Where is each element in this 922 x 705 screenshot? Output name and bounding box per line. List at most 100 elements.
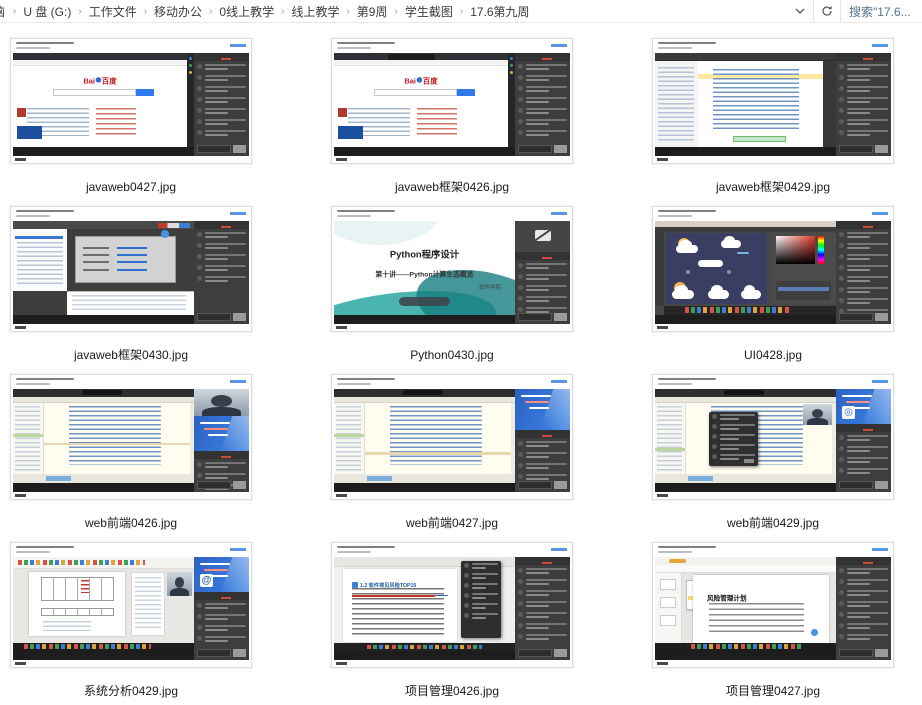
- thumbnail-art: [839, 265, 844, 270]
- file-item[interactable]: Bai百度 javaweb框架0426.jpg: [331, 38, 573, 195]
- file-thumbnail[interactable]: ◎: [652, 374, 894, 500]
- thumbnail-art: [847, 97, 888, 99]
- thumbnail-art: [205, 636, 246, 638]
- breadcrumb-item[interactable]: 脑: [0, 3, 11, 20]
- file-item[interactable]: 风险管理计划 项目管理0427.jpg: [652, 542, 894, 699]
- thumbnail-art: [221, 226, 231, 228]
- thumbnail-art: [847, 634, 888, 642]
- file-item[interactable]: Bai百度 javaweb0427.jpg: [10, 38, 252, 195]
- thumb-header: [332, 543, 572, 557]
- thumbnail-art: [526, 278, 549, 280]
- thumbnail-art: [82, 390, 122, 395]
- thumbnail-art: [233, 649, 246, 657]
- thumbnail-art: [403, 390, 443, 395]
- breadcrumb-item[interactable]: 学生截图: [400, 3, 458, 20]
- file-thumbnail[interactable]: 风险管理计划: [652, 542, 894, 668]
- thumbnail-art: [847, 269, 870, 271]
- breadcrumb-item[interactable]: U 盘 (G:): [18, 3, 76, 20]
- breadcrumb-item[interactable]: 0线上教学: [214, 3, 279, 20]
- refresh-button[interactable]: [814, 0, 840, 22]
- thumb-header: [653, 39, 893, 53]
- thumbnail-art: [472, 573, 498, 575]
- file-item[interactable]: UI0428.jpg: [652, 206, 894, 363]
- file-thumbnail[interactable]: Bai百度: [10, 38, 252, 164]
- player-controls: [655, 315, 836, 324]
- file-name: web前端0427.jpg: [331, 516, 573, 531]
- thumbnail-art: [472, 567, 486, 569]
- file-name: 项目管理0427.jpg: [652, 684, 894, 699]
- thumbnail-art: Bai: [404, 76, 416, 85]
- thumbnail-art: [685, 307, 792, 313]
- file-thumbnail[interactable]: [652, 38, 894, 164]
- thumbnail-art: [839, 276, 888, 284]
- thumbnail-art: [197, 603, 246, 611]
- file-name: javaweb框架0429.jpg: [652, 180, 894, 195]
- thumbnail-art: [472, 583, 498, 585]
- thumbnail-art: [197, 75, 246, 83]
- address-dropdown-button[interactable]: [787, 0, 813, 22]
- file-thumbnail[interactable]: 1.2 软件常见风险TOP10: [331, 542, 573, 668]
- file-thumbnail[interactable]: Bai百度: [331, 38, 573, 164]
- thumbnail-art: [655, 557, 836, 565]
- thumbnail-art: [847, 287, 888, 295]
- file-thumbnail[interactable]: [10, 206, 252, 332]
- thumbnail-art: [526, 97, 567, 105]
- breadcrumb-item[interactable]: 工作文件: [84, 3, 142, 20]
- thumbnail-art: [336, 406, 360, 471]
- thumbnail-art: [847, 86, 888, 88]
- thumbnail-art: [518, 119, 523, 124]
- file-thumbnail[interactable]: [10, 374, 252, 500]
- breadcrumb-item[interactable]: 第9周: [352, 3, 393, 20]
- search-input[interactable]: 搜索"17.6...: [840, 0, 922, 22]
- thumbnail-art: [518, 441, 567, 449]
- thumbnail-art: [464, 583, 469, 588]
- thumbnail-art: [847, 623, 888, 625]
- thumbnail-art: [847, 572, 870, 574]
- file-item[interactable]: ◎ web前端0429.jpg: [652, 374, 894, 531]
- file-item[interactable]: Python程序设计 第十讲——Python计算生态概览 软件学院 Python…: [331, 206, 573, 363]
- code-editor: [13, 389, 194, 483]
- thumbnail-art: [46, 476, 71, 480]
- thumbnail-art: [526, 583, 549, 585]
- thumbnail-art: [526, 134, 549, 136]
- thumbnail-art: [839, 243, 888, 251]
- thumbnail-art: [233, 313, 246, 321]
- thumbnail-art: [518, 75, 567, 83]
- thumbnail-art: [187, 53, 194, 147]
- thumbnail-art: [526, 130, 567, 138]
- thumbnail-art: [205, 280, 228, 282]
- thumbnail-art: [518, 263, 523, 268]
- chat-sidebar: [515, 221, 570, 324]
- thumbnail-art: [526, 296, 567, 304]
- file-thumbnail[interactable]: Python程序设计 第十讲——Python计算生态概览 软件学院: [331, 206, 573, 332]
- thumbnail-art: [16, 210, 74, 212]
- thumbnail-art: [847, 247, 870, 249]
- thumbnail-art: [720, 448, 739, 450]
- thumbnail-art: [197, 119, 246, 127]
- file-item[interactable]: @ 系统分析0429.jpg: [10, 542, 252, 699]
- thumbnail-art: [724, 390, 764, 395]
- file-item[interactable]: web前端0427.jpg: [331, 374, 573, 531]
- thumbnail-art: [847, 287, 888, 289]
- breadcrumb-item[interactable]: 线上教学: [286, 3, 344, 20]
- video-player: 风险管理计划: [655, 557, 891, 660]
- chat-sidebar: [194, 53, 249, 156]
- thumbnail-art: [842, 395, 872, 397]
- file-item[interactable]: javaweb框架0430.jpg: [10, 206, 252, 363]
- thumbnail-art: [526, 86, 567, 94]
- thumbnail-art: [518, 568, 523, 573]
- thumbnail-art: [337, 551, 371, 553]
- file-item[interactable]: web前端0426.jpg: [10, 374, 252, 531]
- thumbnail-art: [526, 90, 549, 92]
- chat-sidebar: @: [194, 557, 249, 660]
- thumbnail-art: [847, 612, 888, 620]
- file-item[interactable]: 1.2 软件常见风险TOP10 项目管理0426.jpg: [331, 542, 573, 699]
- file-thumbnail[interactable]: [331, 374, 573, 500]
- file-thumbnail[interactable]: @: [10, 542, 252, 668]
- file-item[interactable]: javaweb框架0429.jpg: [652, 38, 894, 195]
- breadcrumb-item[interactable]: 17.6第九周: [465, 3, 534, 20]
- thumbnail-art: [334, 643, 515, 651]
- breadcrumb-item[interactable]: 移动办公: [149, 3, 207, 20]
- file-thumbnail[interactable]: [652, 206, 894, 332]
- thumbnail-art: [839, 119, 888, 127]
